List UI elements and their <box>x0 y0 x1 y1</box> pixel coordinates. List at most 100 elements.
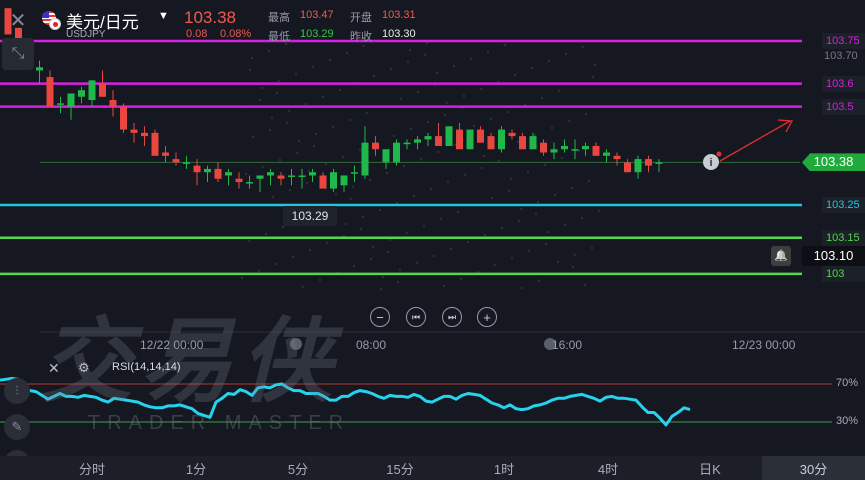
candle-body <box>88 80 96 101</box>
map-dot <box>392 134 396 138</box>
tab-4h[interactable]: 4时 <box>578 456 638 480</box>
candle <box>634 155 642 179</box>
candle <box>246 175 253 189</box>
map-dot <box>509 177 513 181</box>
collapse-icon[interactable]: ⤡ <box>2 38 34 70</box>
chart-app: 103.29i 交易侠 TRADER MASTER ✕ ⤡ ⫶ ✎ 〜 美元/日… <box>0 0 865 480</box>
map-dot <box>583 283 587 287</box>
candle-body <box>424 136 432 140</box>
candle <box>613 152 621 166</box>
candle <box>445 126 453 146</box>
map-dot <box>553 193 557 197</box>
candle <box>46 70 54 107</box>
map-dot <box>250 56 254 60</box>
map-dot <box>358 148 362 152</box>
zoom-out-button[interactable]: − <box>370 307 390 327</box>
map-dot <box>386 250 390 254</box>
time-label: 08:00 <box>356 338 387 352</box>
candle-body <box>309 172 316 176</box>
price-axis-tick: 103.70 <box>824 50 858 63</box>
map-dot <box>362 44 366 48</box>
map-dot <box>261 165 265 169</box>
candle <box>57 96 64 114</box>
map-dot <box>463 173 467 177</box>
candle-body <box>319 175 327 189</box>
candle <box>225 168 232 186</box>
chevron-down-icon[interactable]: ▼ <box>158 10 169 22</box>
map-dot <box>352 264 356 268</box>
map-dot <box>240 276 244 280</box>
candle-body <box>414 139 421 143</box>
bell-icon[interactable]: 🔔 <box>771 246 791 266</box>
time-marker-dot <box>290 338 302 350</box>
map-dot <box>419 157 423 161</box>
tab-15min[interactable]: 15分 <box>370 456 430 480</box>
step-forward-button[interactable]: ⏭ <box>442 307 462 327</box>
drawing-tool-icon[interactable]: ⫶ <box>4 378 30 404</box>
candle-body <box>298 175 306 177</box>
candle <box>172 152 180 166</box>
candle-body <box>46 77 54 107</box>
step-back-button[interactable]: ⏮ <box>406 307 426 327</box>
close-icon[interactable]: ✕ <box>2 4 34 36</box>
candle <box>403 139 411 150</box>
candle <box>256 175 264 192</box>
candle-body <box>456 129 463 150</box>
candle-body <box>99 83 106 97</box>
candle-body <box>361 142 369 176</box>
map-dot <box>482 154 486 158</box>
map-dot <box>466 240 470 244</box>
candle-body <box>225 172 232 176</box>
map-dot <box>432 254 436 258</box>
map-dot <box>318 278 322 282</box>
map-dot <box>257 269 261 273</box>
pencil-icon[interactable]: ✎ <box>4 414 30 440</box>
map-dot <box>510 256 514 260</box>
price-level-label: 103.75 <box>822 33 865 49</box>
map-dot <box>349 197 353 201</box>
tab-1h[interactable]: 1时 <box>474 456 534 480</box>
flag-icon-jp <box>49 18 61 30</box>
map-dot <box>479 87 483 91</box>
tab-1min[interactable]: 1分 <box>166 456 226 480</box>
tab-daily[interactable]: 日K <box>680 456 740 480</box>
map-dot <box>281 225 285 229</box>
candle <box>361 126 369 179</box>
candle-body <box>340 175 348 186</box>
rsi-close-icon[interactable]: ✕ <box>48 360 60 377</box>
map-dot <box>244 172 248 176</box>
map-dot <box>365 111 369 115</box>
rsi-label: RSI(14,14,14) <box>112 361 181 373</box>
map-dot <box>445 101 449 105</box>
tab-fenshi[interactable]: 分时 <box>62 456 122 480</box>
candle <box>193 159 201 186</box>
map-dot <box>402 164 406 168</box>
candle <box>67 93 75 120</box>
candle <box>36 60 43 84</box>
time-label: 12/22 00:00 <box>140 338 204 352</box>
map-dot <box>270 116 274 120</box>
map-dot <box>534 212 538 216</box>
map-dot <box>264 232 268 236</box>
info-icon-glyph: i <box>709 157 712 169</box>
map-dot <box>537 279 541 283</box>
map-dot <box>563 223 567 227</box>
tab-5min[interactable]: 5分 <box>268 456 328 480</box>
current-price-badge: 103.38 <box>802 153 865 172</box>
map-dot <box>372 74 376 78</box>
candle <box>435 123 442 146</box>
map-dot <box>381 275 385 279</box>
zoom-in-button[interactable]: + <box>477 307 497 327</box>
map-dot <box>516 140 520 144</box>
candle <box>519 132 526 150</box>
candle-body <box>393 142 400 163</box>
trend-arrow <box>719 120 791 162</box>
map-dot <box>590 246 594 250</box>
candle-body <box>540 142 547 153</box>
map-dot <box>462 94 466 98</box>
candle <box>298 168 306 189</box>
settings-icon[interactable]: ⚙ <box>78 360 90 376</box>
tab-30min-active[interactable]: 30分 <box>762 456 865 480</box>
candle <box>655 159 663 173</box>
map-dot <box>301 285 305 289</box>
